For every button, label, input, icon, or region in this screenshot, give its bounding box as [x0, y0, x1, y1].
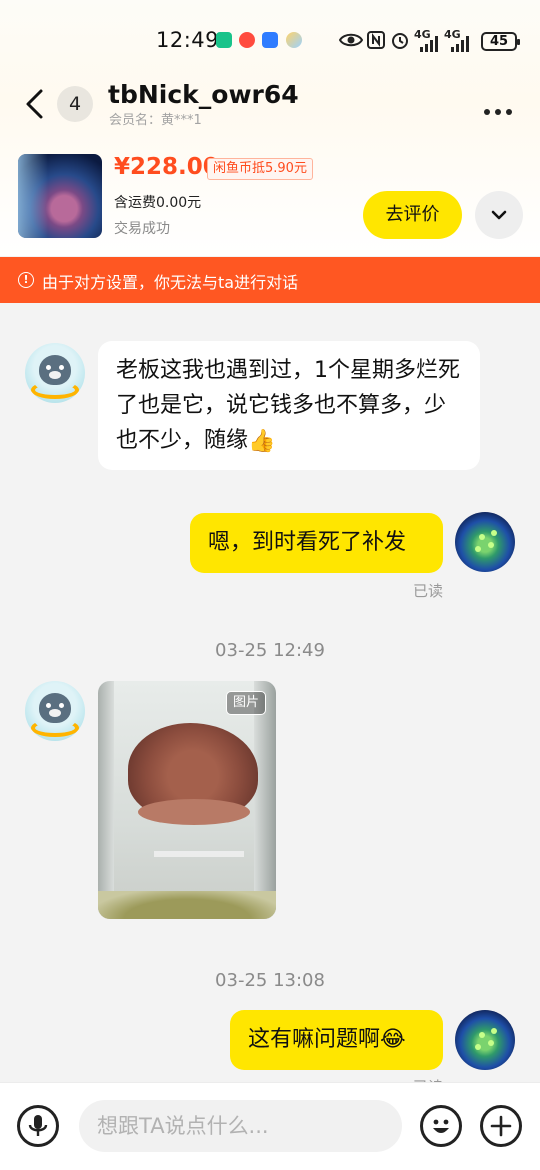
product-thumbnail[interactable]	[18, 154, 102, 238]
back-arrow-icon[interactable]	[22, 88, 48, 120]
message-text: 老板这我也遇到过，1个星期多烂死了也是它，说它钱多也不算多，少也不少，随缘	[116, 358, 460, 453]
tears-of-joy-emoji: 😂	[380, 1027, 406, 1052]
coin-discount-badge: 闲鱼币抵5.90元	[207, 158, 313, 180]
message-text: 嗯，到时看死了补发	[208, 530, 407, 555]
status-bar: 12:49 4G 4G 45	[0, 22, 540, 60]
notice-banner: ! 由于对方设置，你无法与ta进行对话	[0, 257, 540, 303]
member-name-label: 会员名：黄***1	[109, 113, 202, 128]
thumbs-up-emoji: 👍	[248, 428, 276, 454]
input-bar	[0, 1082, 540, 1170]
message-timestamp: 03-25 12:49	[215, 640, 325, 661]
signal-icon-2	[451, 36, 469, 52]
top-area: 12:49 4G 4G 45 4 tbNick_owr64 会员名：黄***1 …	[0, 0, 540, 256]
more-dots-icon[interactable]	[484, 100, 518, 115]
image-message[interactable]: 图片	[98, 681, 276, 919]
my-avatar[interactable]	[455, 512, 515, 572]
shipping-info: 含运费0.00元	[114, 195, 202, 211]
chat-header: 4 tbNick_owr64 会员名：黄***1	[0, 78, 540, 132]
contact-avatar[interactable]	[25, 681, 85, 741]
unread-count-badge[interactable]: 4	[57, 86, 93, 122]
plus-icon[interactable]	[480, 1105, 522, 1147]
message-timestamp: 03-25 13:08	[215, 970, 325, 991]
expand-button[interactable]	[475, 191, 523, 239]
signal-icon	[420, 36, 438, 52]
battery-indicator: 45	[481, 32, 520, 51]
message-bubble-outgoing[interactable]: 这有嘛问题啊😂	[230, 1010, 443, 1070]
stack-app-icon	[239, 32, 255, 48]
alert-icon: !	[18, 272, 34, 288]
bulb-app-icon	[262, 32, 278, 48]
image-tag: 图片	[225, 691, 266, 715]
status-time: 12:49	[156, 28, 220, 52]
contact-avatar[interactable]	[25, 343, 85, 403]
message-input[interactable]	[79, 1100, 402, 1152]
review-button[interactable]: 去评价	[363, 191, 462, 239]
read-receipt: 已读	[413, 582, 444, 600]
message-bubble-outgoing[interactable]: 嗯，到时看死了补发	[190, 513, 443, 573]
message-bubble-incoming[interactable]: 老板这我也遇到过，1个星期多烂死了也是它，说它钱多也不算多，少也不少，随缘👍	[98, 341, 480, 470]
product-card[interactable]: ¥228.00 闲鱼币抵5.90元 含运费0.00元 交易成功 去评价	[0, 150, 540, 250]
chat-area[interactable]: 老板这我也遇到过，1个星期多烂死了也是它，说它钱多也不算多，少也不少，随缘👍 嗯…	[0, 303, 540, 1083]
emoji-icon[interactable]	[420, 1105, 462, 1147]
product-price: ¥228.00	[114, 154, 219, 180]
message-text: 这有嘛问题啊	[248, 1027, 381, 1052]
my-avatar[interactable]	[455, 1010, 515, 1070]
notice-text: 由于对方设置，你无法与ta进行对话	[42, 273, 299, 292]
contact-nickname[interactable]: tbNick_owr64	[108, 80, 299, 109]
nfc-icon	[367, 31, 385, 49]
shield-app-icon	[216, 32, 232, 48]
chevron-down-icon	[491, 210, 507, 220]
deal-status: 交易成功	[114, 221, 170, 237]
eye-icon	[339, 33, 363, 47]
microphone-icon[interactable]	[17, 1105, 59, 1147]
orb-app-icon	[286, 32, 302, 48]
alarm-icon	[392, 33, 408, 49]
